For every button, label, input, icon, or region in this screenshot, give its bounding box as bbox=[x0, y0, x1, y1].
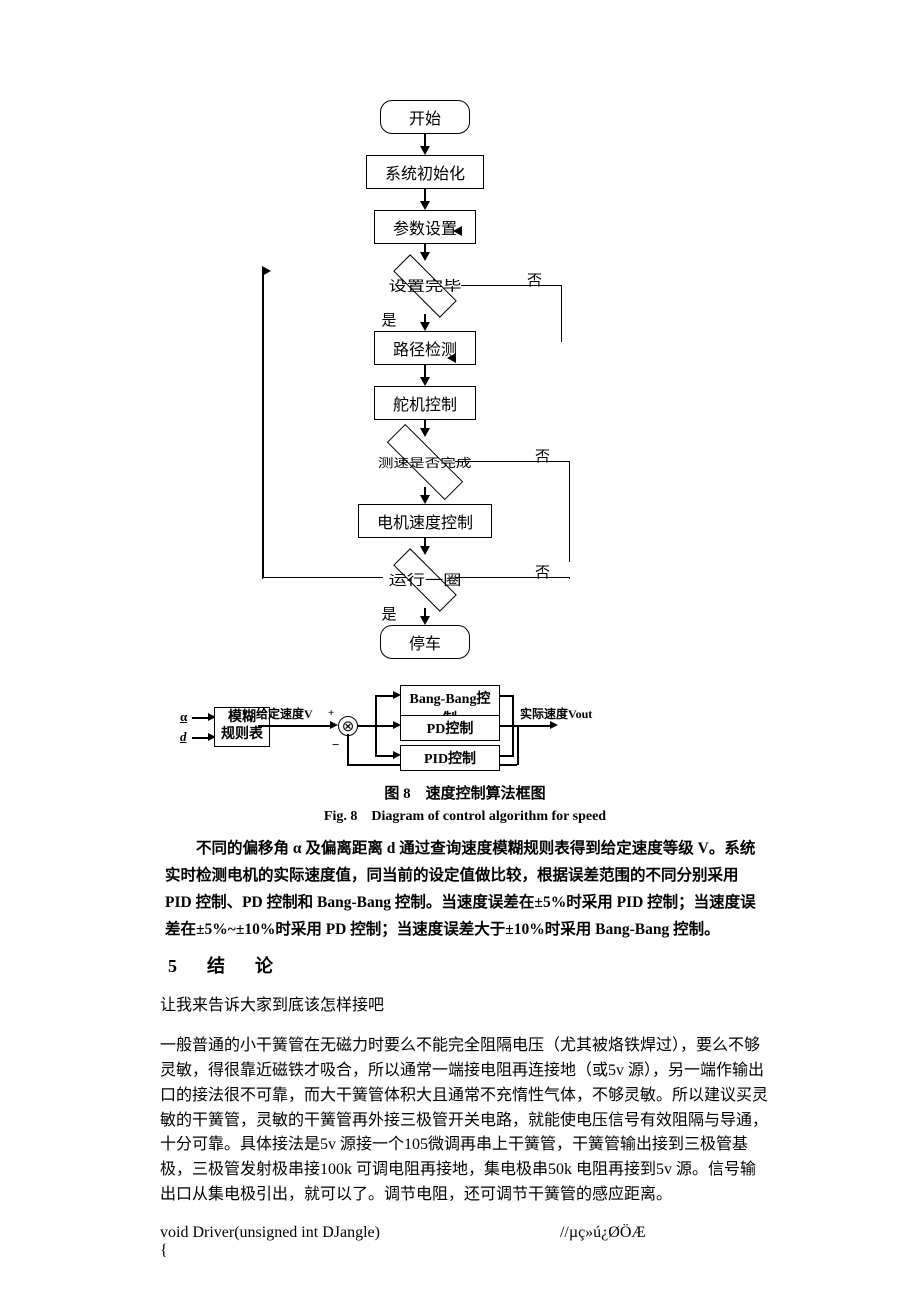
plus-sign: + bbox=[328, 707, 334, 719]
flow-servo-control: 舵机控制 bbox=[374, 386, 476, 420]
output-vout: 实际速度Vout bbox=[520, 705, 592, 722]
flow-start: 开始 bbox=[380, 100, 470, 134]
branch-yes-label: 是 bbox=[381, 603, 396, 624]
branch-yes-label: 是 bbox=[381, 309, 396, 330]
flow-decision-setup: 设置完毕 bbox=[393, 254, 457, 318]
figure-caption-cn: 图 8 速度控制算法框图 bbox=[160, 782, 770, 803]
minus-sign: − bbox=[332, 737, 339, 753]
flow-decision-lap: 运行一圈 bbox=[393, 548, 457, 612]
code-comment: //µç»ú¿ØÖÆ bbox=[560, 1224, 646, 1242]
input-alpha: α bbox=[180, 709, 187, 725]
advice-intro: 让我来告诉大家到底该怎样接吧 bbox=[160, 994, 770, 1019]
document-page: 开始 系统初始化 参数设置 设置完毕 否 是 路径检测 舵机控制 测速是否完成 … bbox=[0, 0, 920, 1310]
code-open-brace: { bbox=[160, 1242, 770, 1260]
flow-stop: 停车 bbox=[380, 625, 470, 659]
summing-junction: ⊗ bbox=[338, 716, 358, 736]
section-5-heading: 5 结 论 bbox=[168, 952, 770, 978]
advice-body: 一般普通的小干簧管在无磁力时要么不能完全阻隔电压（尤其被烙铁焊过），要么不够灵敏… bbox=[160, 1034, 770, 1208]
speed-control-block-diagram: α d 模糊 规则表 给定速度V + ⊗ − Bang-Bang控制 PD控制 … bbox=[180, 679, 600, 774]
figure-caption-en: Fig. 8 Diagram of control algorithm for … bbox=[160, 805, 770, 825]
pid-control: PID控制 bbox=[400, 745, 500, 771]
control-algorithm-paragraph: 不同的偏移角 α 及偏离距离 d 通过查询速度模糊规则表得到给定速度等级 V。系… bbox=[165, 835, 765, 944]
input-d: d bbox=[180, 729, 187, 745]
pd-control: PD控制 bbox=[400, 715, 500, 741]
flow-init: 系统初始化 bbox=[366, 155, 484, 189]
flowchart: 开始 系统初始化 参数设置 设置完毕 否 是 路径检测 舵机控制 测速是否完成 … bbox=[260, 100, 590, 659]
given-speed-label: 给定速度V bbox=[256, 705, 313, 722]
code-function-signature: void Driver(unsigned int DJangle) bbox=[160, 1224, 380, 1242]
